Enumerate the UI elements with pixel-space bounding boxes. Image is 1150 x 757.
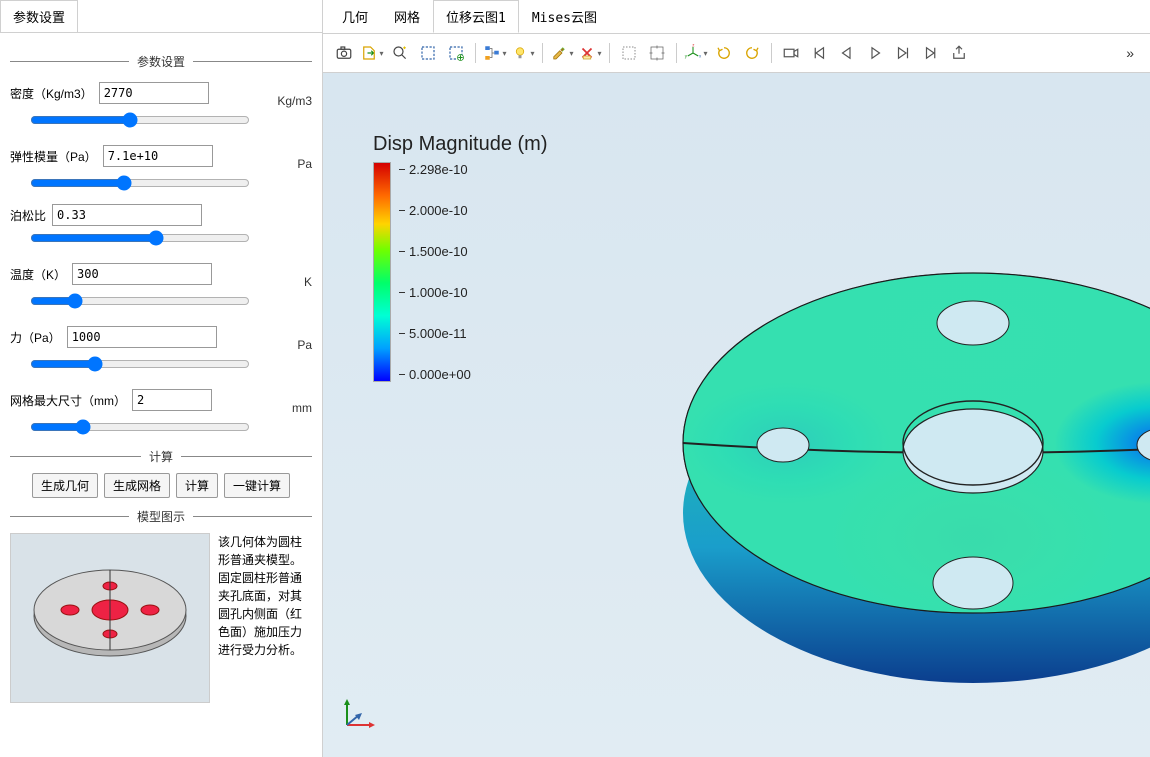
svg-text:x: x <box>699 54 702 59</box>
select-box-plus-icon[interactable] <box>443 40 469 66</box>
slider-density[interactable] <box>30 112 250 128</box>
viewport-toolbar: ▾ ▾ ▾ ▾ ▾ zxy▾ » <box>323 34 1150 73</box>
model-description: 该几何体为圆柱形普通夹模型。固定圆柱形普通夹孔底面，对其圆孔内侧面（红色面）施加… <box>218 533 312 659</box>
export-icon[interactable]: ▾ <box>359 40 385 66</box>
label-force: 力（Pa） <box>10 329 61 346</box>
input-density[interactable] <box>99 82 209 104</box>
brush-icon[interactable]: ▾ <box>549 40 575 66</box>
fea-result-model <box>653 193 1150 753</box>
toolbar-separator <box>475 43 476 63</box>
legend-tick: 1.000e-10 <box>399 285 471 300</box>
axis-triad-icon <box>339 693 379 733</box>
delete-icon[interactable]: ▾ <box>577 40 603 66</box>
model-thumbnail <box>10 533 210 703</box>
skip-start-icon[interactable] <box>806 40 832 66</box>
svg-text:y: y <box>685 54 688 59</box>
label-density: 密度（Kg/m3） <box>10 85 93 102</box>
input-mesh[interactable] <box>132 389 212 411</box>
colorbar <box>373 162 391 382</box>
play-icon[interactable] <box>862 40 888 66</box>
label-youngs: 弹性模量（Pa） <box>10 148 97 165</box>
axes-reset-icon[interactable]: zxy▾ <box>683 40 709 66</box>
lasso-icon[interactable] <box>616 40 642 66</box>
unit-youngs: Pa <box>297 141 312 171</box>
unit-temp: K <box>304 259 312 289</box>
toolbar-separator <box>771 43 772 63</box>
svg-text:z: z <box>693 44 696 47</box>
camera-icon[interactable] <box>331 40 357 66</box>
toolbar-separator <box>676 43 677 63</box>
rotate-ccw-icon[interactable] <box>711 40 737 66</box>
legend-tick: 2.000e-10 <box>399 203 471 218</box>
crosshair-icon[interactable] <box>644 40 670 66</box>
gen-geom-button[interactable]: 生成几何 <box>32 473 98 498</box>
step-back-icon[interactable] <box>834 40 860 66</box>
tab-mises[interactable]: Mises云图 <box>519 0 610 33</box>
unit-mesh: mm <box>292 385 312 415</box>
share-icon[interactable] <box>946 40 972 66</box>
one-click-button[interactable]: 一键计算 <box>224 473 290 498</box>
input-poisson[interactable] <box>52 204 202 226</box>
label-poisson: 泊松比 <box>10 207 46 224</box>
legend-tick: 1.500e-10 <box>399 244 471 259</box>
toolbar-separator <box>609 43 610 63</box>
compute-button[interactable]: 计算 <box>176 473 218 498</box>
section-title-compute: 计算 <box>10 448 312 465</box>
slider-mesh[interactable] <box>30 419 250 435</box>
tab-disp[interactable]: 位移云图1 <box>433 0 519 33</box>
unit-density: Kg/m3 <box>277 78 312 108</box>
skip-end-icon[interactable] <box>918 40 944 66</box>
legend-tick: 5.000e-11 <box>399 326 471 341</box>
label-temp: 温度（K） <box>10 266 66 283</box>
step-forward-icon[interactable] <box>890 40 916 66</box>
tab-geometry[interactable]: 几何 <box>329 0 381 33</box>
slider-temp[interactable] <box>30 293 250 309</box>
unit-force: Pa <box>297 322 312 352</box>
slider-youngs[interactable] <box>30 175 250 191</box>
input-youngs[interactable] <box>103 145 213 167</box>
toolbar-overflow-icon[interactable]: » <box>1118 45 1142 61</box>
toolbar-separator <box>542 43 543 63</box>
section-title-model: 模型图示 <box>10 508 312 525</box>
sidebar-tab-params[interactable]: 参数设置 <box>0 0 78 32</box>
input-temp[interactable] <box>72 263 212 285</box>
input-force[interactable] <box>67 326 217 348</box>
gen-mesh-button[interactable]: 生成网格 <box>104 473 170 498</box>
viewport-3d[interactable]: Disp Magnitude (m) 2.298e-10 2.000e-10 1… <box>323 73 1150 757</box>
color-legend: Disp Magnitude (m) 2.298e-10 2.000e-10 1… <box>373 133 548 382</box>
section-title-params: 参数设置 <box>10 53 312 70</box>
legend-tick: 0.000e+00 <box>399 367 471 382</box>
lightbulb-icon[interactable]: ▾ <box>510 40 536 66</box>
label-mesh: 网格最大尺寸（mm） <box>10 392 126 409</box>
slider-force[interactable] <box>30 356 250 372</box>
tree-icon[interactable]: ▾ <box>482 40 508 66</box>
legend-tick: 2.298e-10 <box>399 162 471 177</box>
tab-mesh[interactable]: 网格 <box>381 0 433 33</box>
rotate-cw-icon[interactable] <box>739 40 765 66</box>
zoom-tool-icon[interactable] <box>387 40 413 66</box>
camera-record-icon[interactable] <box>778 40 804 66</box>
select-box-icon[interactable] <box>415 40 441 66</box>
legend-title: Disp Magnitude (m) <box>373 133 548 156</box>
slider-poisson[interactable] <box>30 230 250 246</box>
